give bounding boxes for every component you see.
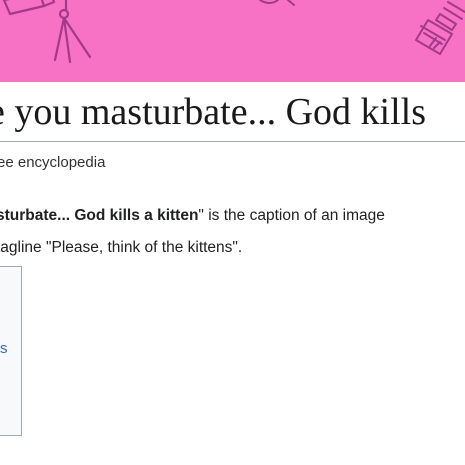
telescope-icon (2, 0, 92, 64)
banner-illustration (2, 0, 465, 64)
wiki-page: e you masturbate... God kills ee encyclo… (0, 0, 465, 465)
toc-link[interactable]: s (0, 340, 8, 357)
site-tagline: ee encyclopedia (0, 154, 106, 171)
doodle-fragments (259, 0, 295, 6)
lead-paragraph: sturbate... God kills a kitten" is the c… (0, 200, 385, 264)
lead-bold-term: sturbate... God kills a kitten (0, 207, 199, 224)
lead-text-line1: " is the caption of an image (198, 207, 385, 224)
page-title: e you masturbate... God kills (0, 91, 426, 133)
lead-text-line2: tagline "Please, think of the kittens". (0, 239, 243, 256)
satellite-icon (415, 1, 465, 55)
header-banner (0, 0, 465, 82)
title-divider (0, 141, 465, 142)
